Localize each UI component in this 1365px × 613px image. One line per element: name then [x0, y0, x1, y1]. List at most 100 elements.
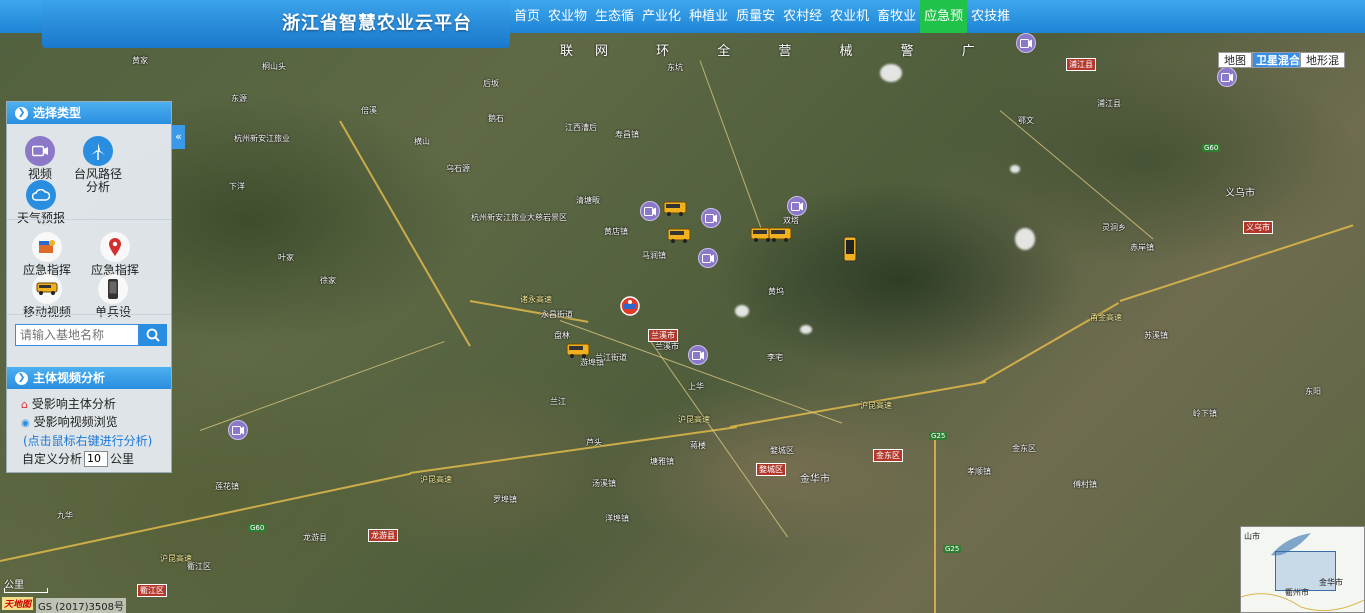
analysis-section-header: ❯ 主体视频分析 [7, 367, 171, 389]
video-marker[interactable] [698, 248, 718, 268]
nav-item-machinery[interactable]: 农业机 [826, 0, 873, 33]
type-mobile-video[interactable]: 移动视频终端 [19, 274, 75, 319]
place-label: 汤溪镇 [592, 479, 616, 488]
bus-marker[interactable] [768, 227, 792, 246]
map-type-satellite[interactable]: 卫星混合 [1252, 52, 1300, 68]
type-typhoon[interactable]: 台风路径分析 [69, 136, 127, 194]
type-typhoon-label: 台风路径分析 [74, 167, 123, 194]
road-label: G60 [248, 524, 267, 532]
video-marker[interactable] [640, 201, 660, 221]
affected-entity-analysis[interactable]: ⌂ 受影响主体分析 [21, 395, 116, 412]
satellite-map[interactable]: G60 G25 G60 G25 沪昆高速 沪昆高速 沪昆高速 沪昆高速 甬金高速… [0, 0, 1365, 613]
bus-icon [667, 228, 691, 243]
cloud-icon [26, 180, 56, 210]
type-single-device[interactable]: 单兵设备 [93, 274, 133, 319]
bus-icon [32, 274, 62, 304]
nav-item-quality-safety[interactable]: 质量安 [732, 0, 779, 33]
place-label: 浦江县 [1097, 99, 1121, 108]
type-video-label: 视频 [27, 167, 52, 181]
road-label: 甬金高速 [1090, 313, 1122, 322]
base-name-search-input[interactable] [15, 324, 139, 346]
brand-banner: 浙江省智慧农业云平台 [42, 0, 510, 48]
place-label: 兰溪市 [655, 342, 679, 351]
nav-item-tech-promotion[interactable]: 农技推 [967, 0, 1014, 33]
single-device-marker[interactable] [843, 236, 857, 265]
map-copyright: GS (2017)3508号 [36, 598, 126, 613]
place-label: 寿昌镇 [615, 130, 639, 139]
nav-item-industrialization[interactable]: 产业化 [638, 0, 685, 33]
nav-item-home[interactable]: 首页 [510, 0, 544, 33]
video-marker[interactable] [701, 208, 721, 228]
bus-marker[interactable] [667, 228, 691, 247]
video-icon [702, 253, 714, 263]
map-type-terrain[interactable]: 地形混 [1300, 52, 1345, 68]
video-icon [705, 213, 717, 223]
overview-label: 金华市 [1319, 578, 1343, 587]
emergency-icon [620, 296, 640, 316]
video-icon [25, 136, 55, 166]
place-label: 灵洞乡 [1102, 223, 1126, 232]
type-video[interactable]: 视频 [19, 136, 61, 181]
place-label: 东阳 [1305, 387, 1321, 396]
affected-video-browse[interactable]: ◉ 受影响视频浏览 [21, 413, 118, 430]
bus-icon [768, 227, 792, 242]
place-label: 东源 [231, 94, 247, 103]
place-label: 莲花镇 [215, 482, 239, 491]
right-click-hint: (点击鼠标右键进行分析) [23, 434, 153, 448]
place-label: 双塔 [783, 216, 799, 225]
nav-item-rural-economy[interactable]: 农村经 [779, 0, 826, 33]
overview-map[interactable]: 山市 金华市 衢州市 [1240, 526, 1365, 613]
place-label: 黄店镇 [604, 227, 628, 236]
chevron-right-icon: ❯ [15, 372, 28, 385]
analysis-section-title: 主体视频分析 [33, 371, 106, 385]
bus-marker[interactable] [566, 343, 590, 362]
place-label: 桐山头 [262, 62, 286, 71]
video-marker[interactable] [688, 345, 708, 365]
city-label: 浦江县 [1066, 58, 1096, 71]
place-label: 鄂文 [1018, 116, 1034, 125]
collapse-panel-button[interactable]: « [172, 125, 185, 149]
video-marker[interactable] [228, 420, 248, 440]
place-label: 清塘畈 [576, 196, 600, 205]
video-marker[interactable] [787, 196, 807, 216]
place-label: 黄家 [132, 56, 148, 65]
place-label: 李宅 [767, 353, 783, 362]
city-label: 衢江区 [137, 584, 167, 597]
map-type-map[interactable]: 地图 [1218, 52, 1252, 68]
type-emergency-command[interactable]: 应急指挥 [19, 232, 75, 277]
phone-icon [843, 236, 857, 262]
place-label: 兰江街道 [595, 353, 627, 362]
overview-label: 衢州市 [1285, 588, 1309, 597]
video-marker[interactable] [1217, 67, 1237, 87]
nav-item-planting[interactable]: 种植业 [685, 0, 732, 33]
type-emergency-point[interactable]: 应急指挥点 [87, 232, 143, 277]
wind-turbine-icon [83, 136, 113, 166]
command-icon [32, 232, 62, 262]
place-label: 上华 [688, 382, 704, 391]
video-icon [791, 201, 803, 211]
nav-item-iot[interactable]: 农业物 [544, 0, 591, 33]
place-label: 龙游县 [303, 533, 327, 542]
road-label: G25 [943, 545, 962, 553]
place-label: 赤岸镇 [1130, 243, 1154, 252]
search-button[interactable] [139, 324, 167, 346]
custom-radius-input[interactable] [84, 450, 109, 467]
place-label: 下洋 [229, 182, 245, 191]
place-label: 芦头 [586, 438, 602, 447]
video-icon [692, 350, 704, 360]
bus-marker[interactable] [663, 201, 687, 220]
place-label: 盘林 [554, 331, 570, 340]
main-nav: 首页 农业物 生态循 产业化 种植业 质量安 农村经 农业机 畜牧业 应急预 农… [510, 0, 1014, 33]
tianditu-logo: 天地图 [2, 597, 34, 610]
nav-item-eco-cycle[interactable]: 生态循 [591, 0, 638, 33]
emergency-command-marker[interactable] [618, 295, 642, 320]
custom-analysis-label: 自定义分析 [22, 452, 83, 466]
city-label: 义乌市 [1243, 221, 1273, 234]
nav-item-livestock[interactable]: 畜牧业 [873, 0, 920, 33]
custom-analysis: 自定义分析 公里 [22, 450, 134, 467]
place-label: 叶家 [278, 253, 294, 262]
overview-label: 山市 [1244, 532, 1260, 541]
phone-icon [98, 274, 128, 304]
place-label: 杭州新安江旅业 [234, 134, 290, 143]
nav-item-emergency[interactable]: 应急预 [920, 0, 968, 33]
